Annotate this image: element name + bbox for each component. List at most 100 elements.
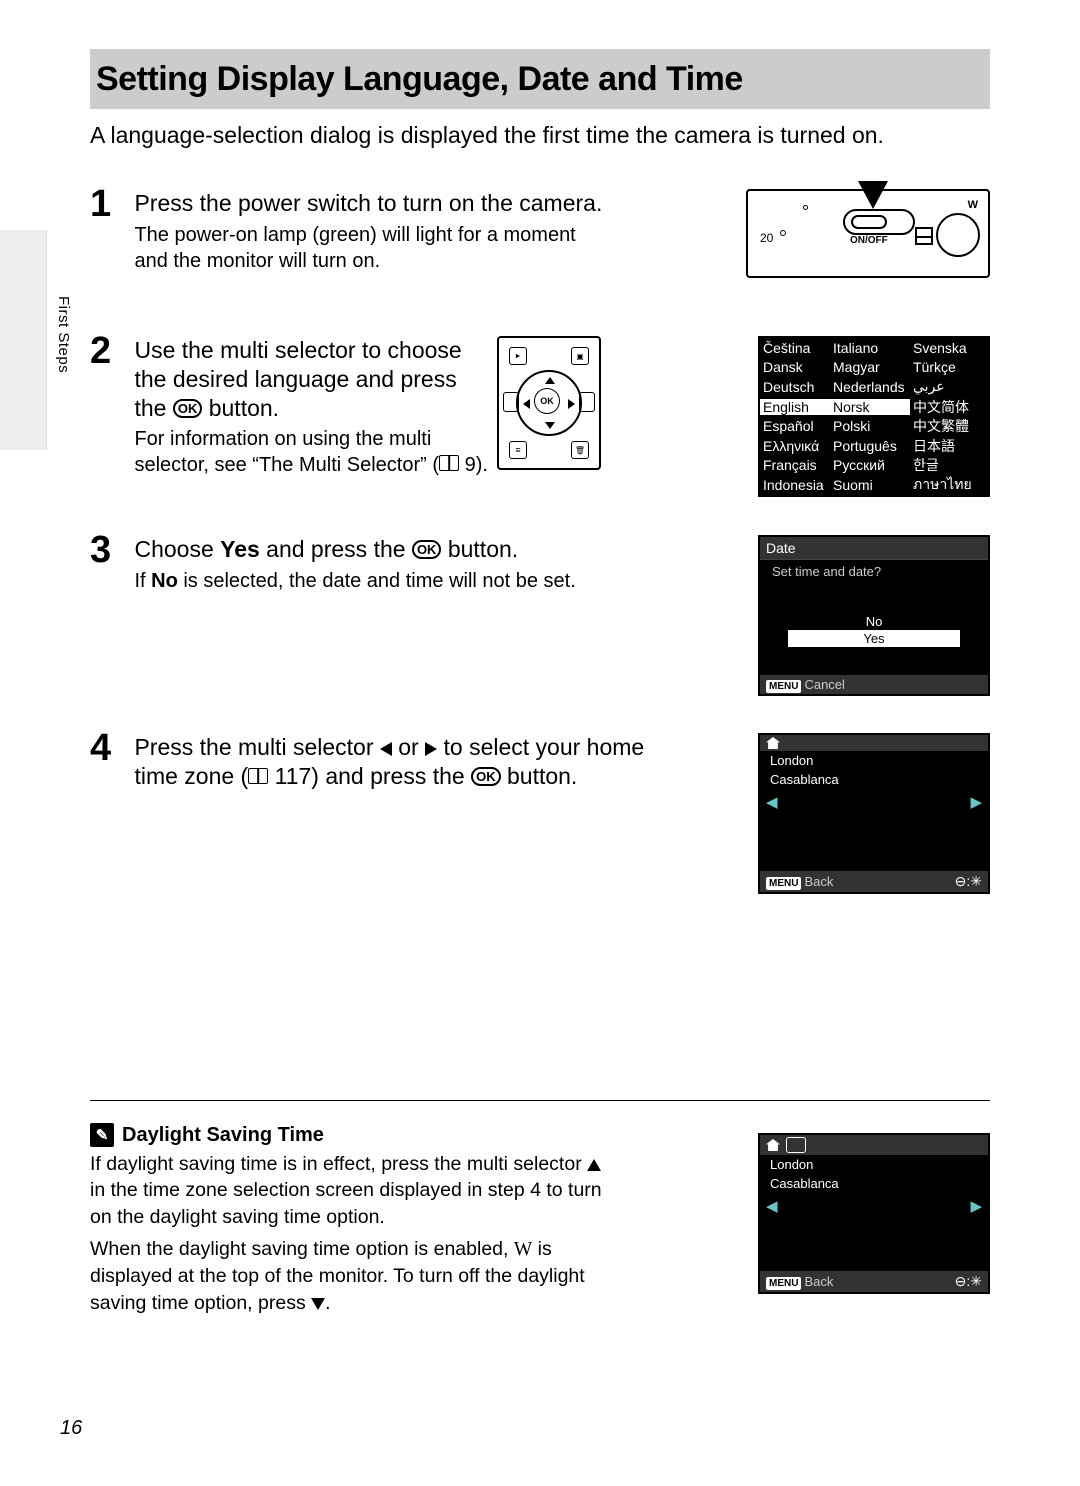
step-4-head-b: or: [392, 734, 425, 760]
lang-item: Ελληνικά: [760, 438, 830, 454]
cancel-label: Cancel: [804, 677, 844, 692]
triangle-up-icon: [587, 1159, 601, 1171]
step-3-no: No: [151, 570, 178, 592]
book-ref-icon: [439, 455, 459, 471]
step-3-yes: Yes: [220, 536, 260, 562]
ms-menu-icon: [509, 441, 527, 459]
tz-arrow-left-icon: ◀: [766, 1197, 778, 1215]
dst-p2a: When the daylight saving time option is …: [90, 1238, 514, 1260]
step-1: 1 Press the power switch to turn on the …: [90, 189, 604, 274]
lang-item: Indonesia: [760, 477, 830, 493]
ok-button-icon: OK: [471, 767, 501, 786]
step-1-heading: Press the power switch to turn on the ca…: [134, 190, 602, 216]
dst-toggle-icon: ⊖:✳: [955, 873, 982, 890]
camera-wheel-icon: [936, 213, 980, 257]
intro-text: A language-selection dialog is displayed…: [90, 122, 884, 149]
tz-header: [760, 735, 988, 751]
step-4-head-e: button.: [501, 763, 578, 789]
date-option-yes-selected: Yes: [788, 630, 960, 647]
step-3-head-c: and press the: [260, 536, 412, 562]
lang-item: Русский: [830, 457, 910, 473]
dst-p2d: .: [325, 1292, 330, 1314]
step-4: 4 Press the multi selector or to select …: [90, 733, 654, 791]
step-1-number: 1: [90, 185, 130, 223]
step-3-body: Choose Yes and press the OK button. If N…: [134, 535, 654, 594]
step-3-head-a: Choose: [134, 536, 220, 562]
back-label: Back: [804, 874, 833, 889]
arrow-down-icon: [858, 181, 888, 209]
timezone-screen-2: London Casablanca ◀ ▶ MENUBack ⊖:✳: [758, 1133, 990, 1294]
ms-left-icon: [523, 399, 530, 409]
page-title: Setting Display Language, Date and Time: [96, 60, 743, 99]
step-2-sub: For information on using the multi selec…: [134, 426, 494, 478]
date-screen-question: Set time and date?: [760, 560, 988, 583]
date-option-no: No: [760, 613, 988, 630]
camera-dot-icon: [780, 230, 786, 236]
step-1-sub: The power-on lamp (green) will light for…: [134, 222, 604, 274]
multi-selector-illustration: OK: [497, 336, 601, 470]
camera-label-20: 20: [760, 231, 773, 245]
date-screen: Date Set time and date? No Yes MENUCance…: [758, 535, 990, 696]
step-3-head-d: button.: [441, 536, 518, 562]
section-rule: [90, 1100, 990, 1101]
power-switch-icon: [843, 209, 915, 235]
tz-city-2: Casablanca: [760, 770, 988, 789]
lang-item: 日本語: [910, 436, 988, 456]
tz-arrow-left-icon: ◀: [766, 793, 778, 811]
step-2-head-b: button.: [209, 395, 279, 421]
tz-footer: MENUBack ⊖:✳: [760, 871, 988, 892]
menu-chip: MENU: [766, 680, 801, 693]
camera-slot-icon: [915, 227, 933, 245]
step-3-sub-c: is selected, the date and time will not …: [178, 570, 576, 592]
date-screen-footer: MENUCancel: [760, 675, 988, 694]
footer-left: MENUBack: [766, 874, 833, 889]
tz-arrow-right-icon: ▶: [970, 1197, 982, 1215]
ok-button-icon: OK: [412, 540, 442, 559]
menu-chip: MENU: [766, 877, 801, 890]
dst-toggle-icon: ⊖:✳: [955, 1273, 982, 1290]
lang-item-selected: English: [760, 399, 830, 415]
lang-item: Deutsch: [760, 379, 830, 395]
step-2: 2 Use the multi selector to choose the d…: [90, 336, 494, 478]
home-icon: [766, 1139, 780, 1151]
step-1-body: Press the power switch to turn on the ca…: [134, 189, 604, 274]
lang-item: Magyar: [830, 359, 910, 375]
step-2-body: Use the multi selector to choose the des…: [134, 336, 494, 478]
lang-item: Svenska: [910, 340, 988, 356]
tz-nav: ◀ ▶: [760, 789, 988, 815]
step-2-sub-a: For information on using the multi selec…: [134, 428, 439, 476]
lang-item: ภาษาไทย: [910, 474, 988, 496]
camera-label-w: W: [968, 199, 978, 211]
dst-body: If daylight saving time is in effect, pr…: [90, 1151, 620, 1316]
step-3-number: 3: [90, 531, 130, 569]
tz-nav: ◀ ▶: [760, 1193, 988, 1219]
camera-top-illustration: ON/OFF 20 W: [746, 189, 990, 278]
pencil-note-icon: ✎: [90, 1123, 114, 1147]
lang-item: Polski: [830, 418, 910, 434]
ms-down-icon: [545, 422, 555, 429]
tz-city-2: Casablanca: [760, 1174, 988, 1193]
step-2-sub-b: 9).: [459, 454, 488, 476]
dst-heading-text: Daylight Saving Time: [122, 1124, 324, 1147]
tz-city-1: London: [760, 1155, 988, 1174]
book-icon: [248, 768, 268, 784]
dst-on-icon: [786, 1137, 806, 1153]
step-4-number: 4: [90, 729, 130, 767]
lang-item: Español: [760, 418, 830, 434]
dst-heading: ✎ Daylight Saving Time: [90, 1123, 620, 1147]
step-2-number: 2: [90, 332, 130, 370]
camera-dot2-icon: [803, 205, 808, 210]
ms-play-icon: [509, 347, 527, 365]
step-4-body: Press the multi selector or to select yo…: [134, 733, 654, 791]
ms-right-icon: [568, 399, 575, 409]
multi-selector-ring: OK: [516, 370, 582, 436]
ms-display-icon: [571, 347, 589, 365]
date-screen-title: Date: [760, 537, 988, 560]
lang-item: Dansk: [760, 359, 830, 375]
tz-city-1: London: [760, 751, 988, 770]
lang-item: Suomi: [830, 477, 910, 493]
tz-footer: MENUBack ⊖:✳: [760, 1271, 988, 1292]
language-screen: Čeština Italiano Svenska Dansk Magyar Tü…: [758, 336, 990, 497]
language-grid: Čeština Italiano Svenska Dansk Magyar Tü…: [760, 338, 988, 495]
back-label: Back: [804, 1274, 833, 1289]
